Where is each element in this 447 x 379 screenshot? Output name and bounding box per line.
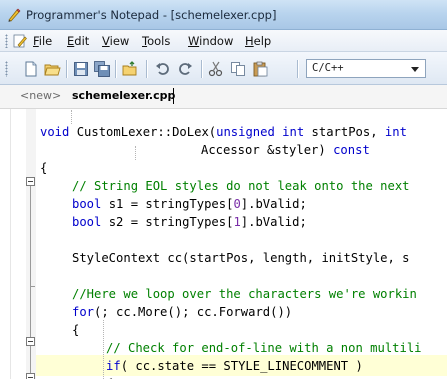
toolbar-separator [115, 60, 116, 78]
margin-separator [10, 109, 11, 379]
open-folder-icon[interactable] [43, 60, 61, 78]
undo-icon[interactable] [154, 60, 172, 78]
code-line: bool s1 = stringTypes[0].bValid; [72, 197, 307, 211]
code-comment: //Here we loop over the characters we're… [72, 287, 417, 301]
paste-icon[interactable] [251, 60, 269, 78]
menu-grip-icon[interactable] [5, 34, 8, 48]
indent-guide [103, 320, 104, 379]
window-title: Programmer's Notepad - [schemelexer.cpp] [26, 8, 277, 22]
menu-bar: File Edit View Tools Window Help [0, 30, 447, 52]
scheme-selector[interactable]: C/C++ [306, 59, 426, 78]
fold-end-marker [30, 286, 35, 287]
code-line: Accessor &styler) const [201, 143, 370, 157]
new-file-icon[interactable] [22, 60, 40, 78]
code-line: void CustomLexer::DoLex(unsigned int sta… [40, 125, 407, 139]
menu-window[interactable]: Window [188, 34, 233, 48]
code-line: StyleContext cc(startPos, length, initSt… [72, 251, 410, 265]
menu-view[interactable]: View [102, 34, 129, 48]
tab-new[interactable]: <new> [20, 89, 61, 109]
code-line: { [72, 323, 80, 337]
pencil-icon [8, 8, 21, 22]
indent-guide [71, 110, 72, 124]
menu-edit[interactable]: Edit [67, 34, 89, 48]
code-keyword: void [40, 125, 70, 139]
title-bar[interactable]: Programmer's Notepad - [schemelexer.cpp] [0, 0, 447, 30]
indent-guide [135, 146, 136, 160]
fold-toggle-icon[interactable] [26, 177, 35, 186]
save-icon[interactable] [72, 60, 90, 78]
tab-strip: <new> schemelexer.cpp [0, 85, 447, 109]
document-pencil-icon[interactable] [12, 33, 28, 49]
redo-icon[interactable] [176, 60, 194, 78]
text-caret [173, 88, 174, 104]
menu-file[interactable]: File [33, 34, 52, 48]
menu-help[interactable]: Help [245, 34, 271, 48]
toolbar-separator [146, 60, 147, 78]
fold-toggle-icon[interactable] [26, 373, 35, 379]
copy-icon[interactable] [229, 60, 247, 78]
toolbar-separator [66, 60, 67, 78]
app-window: Programmer's Notepad - [schemelexer.cpp]… [0, 0, 447, 379]
fold-line [30, 186, 31, 379]
tab-schemelexer[interactable]: schemelexer.cpp [72, 89, 175, 109]
code-comment: // String EOL styles do not leak onto th… [72, 179, 410, 193]
toolbar: C/C++ [0, 52, 447, 85]
code-line: { [40, 161, 48, 175]
code-comment: // Check for end-of-line with a non mult… [106, 341, 422, 355]
scheme-value: C/C++ [312, 62, 344, 74]
open-icon[interactable] [121, 60, 139, 78]
toolbar-separator [297, 60, 298, 78]
menu-tools[interactable]: Tools [142, 34, 170, 48]
code-line: for(; cc.More(); cc.Forward()) [72, 305, 293, 319]
code-line: bool s2 = stringTypes[1].bValid; [72, 215, 307, 229]
save-all-icon[interactable] [93, 60, 111, 78]
toolbar-separator [201, 60, 202, 78]
fold-toggle-icon[interactable] [26, 337, 35, 346]
code-line: { [106, 375, 113, 379]
chevron-down-icon[interactable] [411, 67, 419, 72]
code-editor[interactable]: } void CustomLexer::DoLex(unsigned int s… [0, 109, 447, 379]
toolbar-grip-icon[interactable] [5, 61, 8, 77]
code-line-current: if( cc.state == STYLE_LINECOMMENT ) [106, 359, 363, 373]
cut-icon[interactable] [207, 60, 225, 78]
